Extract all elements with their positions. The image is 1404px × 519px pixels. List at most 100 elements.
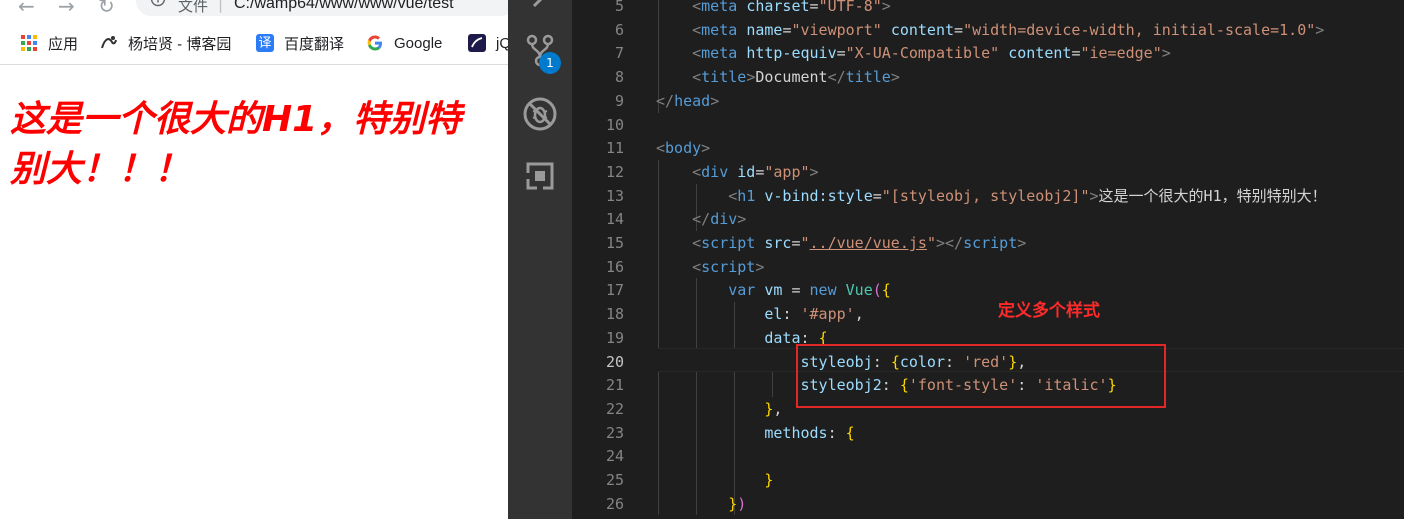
bookmark-jquery[interactable]: jQ (468, 32, 508, 54)
code-token: script (701, 257, 756, 276)
code-token: div (710, 210, 738, 229)
code-token: div (701, 162, 729, 181)
bookmark-apps[interactable]: 应用 (20, 32, 78, 54)
code-token: " (800, 234, 810, 252)
address-prefix: 文件 (178, 0, 209, 15)
info-icon[interactable] (150, 0, 166, 7)
code-token: body (665, 139, 702, 158)
code-token: > (881, 0, 891, 15)
code-token: > (1017, 234, 1027, 252)
code-line[interactable]: <title>Document</title> (656, 65, 900, 89)
code-token: = (872, 186, 882, 205)
debug-icon[interactable] (522, 96, 558, 132)
code-line[interactable]: <script> (656, 255, 764, 279)
address-separator: | (218, 0, 224, 13)
code-token: v-bind:style (764, 186, 873, 205)
line-number: 17 (605, 281, 624, 300)
h1-line-2: 别大！！！ (10, 149, 191, 190)
bookmark-label: 应用 (48, 35, 79, 53)
annotation-box (796, 344, 1166, 408)
line-number: 6 (614, 20, 624, 39)
code-token: ../vue/vue.js (809, 234, 927, 252)
code-line[interactable]: <h1 v-bind:style="[styleobj, styleobj2]"… (656, 184, 1326, 208)
line-number: 5 (614, 0, 624, 15)
code-line[interactable]: } (656, 468, 773, 492)
code-token: </ (692, 210, 711, 229)
code-line[interactable]: var vm = new Vue({ (656, 278, 891, 302)
code-token: "UTF-8" (818, 0, 882, 15)
code-token: h1 (737, 186, 756, 205)
code-line[interactable]: el: '#app', (656, 302, 864, 326)
forward-arrow-icon[interactable]: → (58, 0, 75, 18)
bookmark-translate[interactable]: 译 百度翻译 (256, 32, 344, 54)
code-token: < (692, 257, 702, 276)
code-line[interactable]: </div> (656, 207, 746, 231)
code-token: meta (701, 44, 738, 63)
extensions-icon[interactable] (522, 158, 558, 194)
code-token: "viewport" (791, 20, 882, 39)
address-url[interactable]: C:/wamp64/www/www/vue/test (234, 0, 454, 13)
bookmark-blog[interactable]: 杨培贤 - 博客园 (100, 32, 231, 54)
code-token: = (809, 0, 819, 15)
code-token: new (809, 281, 837, 300)
code-token: ) (737, 494, 747, 513)
code-line[interactable]: <meta charset="UTF-8"> (656, 0, 891, 18)
code-token: ></ (935, 234, 964, 252)
code-token: meta (701, 0, 738, 15)
code-line[interactable]: }) (656, 492, 746, 516)
back-arrow-icon[interactable]: ← (18, 0, 35, 18)
code-line[interactable]: methods: { (656, 421, 854, 445)
code-line[interactable]: <body> (656, 136, 710, 160)
jquery-icon (468, 34, 486, 52)
google-icon (366, 34, 384, 52)
code-token: > (890, 68, 900, 87)
code-token: charset (746, 0, 810, 15)
source-control-badge: 1 (539, 52, 561, 74)
code-token: > (1089, 186, 1099, 205)
translate-icon: 译 (256, 34, 274, 52)
code-line[interactable]: <meta name="viewport" content="width=dev… (656, 18, 1324, 42)
code-token: ( (872, 281, 882, 300)
code-token: , (854, 305, 864, 324)
code-token: content (1008, 44, 1072, 63)
code-token: vm (764, 281, 783, 300)
code-token: < (692, 20, 702, 39)
explorer-chevron-icon[interactable] (522, 0, 558, 20)
code-line[interactable]: <meta http-equiv="X-UA-Compatible" conte… (656, 41, 1171, 65)
code-token: : (782, 305, 801, 324)
code-line[interactable]: }, (656, 397, 782, 421)
reload-icon[interactable]: ↻ (98, 0, 115, 18)
code-line[interactable]: <div id="app"> (656, 160, 818, 184)
code-line[interactable]: <script src="../vue/vue.js"></script> (656, 231, 1026, 255)
bookmark-google[interactable]: Google (366, 32, 442, 54)
code-token: " (926, 234, 936, 252)
bookmark-label: 杨培贤 - 博客园 (128, 35, 232, 53)
code-token: http-equiv (746, 44, 837, 63)
code-token: Vue (845, 281, 873, 300)
code-token: script (701, 234, 756, 252)
line-number: 16 (605, 257, 624, 276)
line-number: 12 (605, 162, 624, 181)
code-line[interactable]: </head> (656, 89, 719, 113)
code-token: , (773, 399, 783, 418)
code-token: > (1161, 44, 1171, 63)
code-editor[interactable]: 5 6 7 8 9 10 11 12 13 14 15 16 17 18 19 20 21 22 23 24 25 26 … (572, 0, 1404, 519)
code-token: "width=device-width, initial-scale=1.0" (963, 20, 1316, 39)
code-token: = (782, 281, 810, 300)
code-token: content (890, 20, 955, 39)
code-token: src (764, 234, 792, 252)
